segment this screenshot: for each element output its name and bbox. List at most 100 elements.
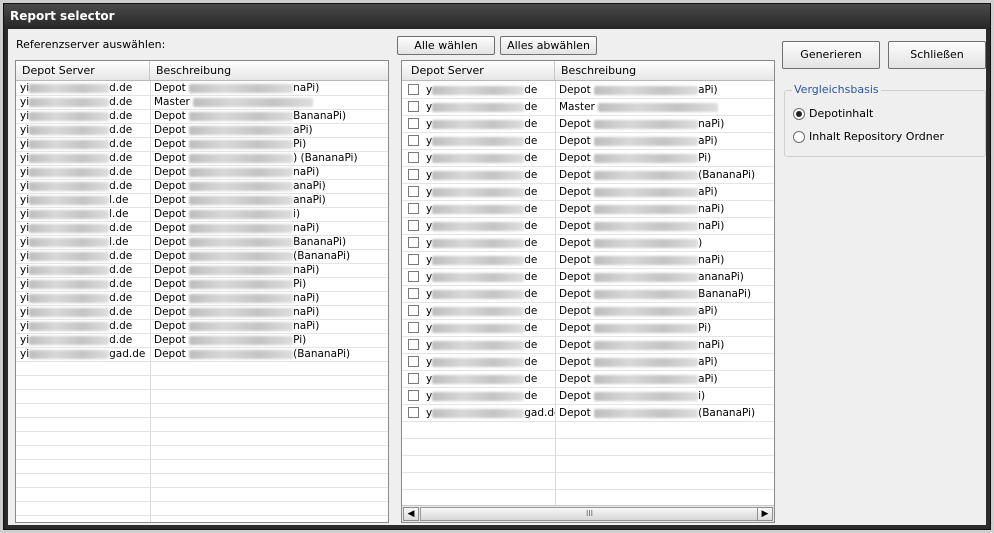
table-row[interactable]: yi l.de Depot i) [16, 208, 388, 222]
cell-beschreibung: Depot naPi) [150, 264, 388, 277]
cell-depot-server: y de [422, 354, 555, 370]
row-checkbox[interactable] [408, 339, 419, 350]
row-checkbox[interactable] [408, 271, 419, 282]
table-row[interactable]: yi d.de Depot naPi) [16, 264, 388, 278]
table-row[interactable]: yi d.de Depot (BananaPi) [16, 250, 388, 264]
table-row[interactable]: y de Depot naPi) [402, 337, 774, 354]
table-row[interactable]: y de Depot Pi) [402, 320, 774, 337]
table-row[interactable]: y de Depot naPi) [402, 252, 774, 269]
table-row[interactable]: yi gad.de Depot (BananaPi) [16, 348, 388, 362]
table-row[interactable]: yi d.de Depot naPi) [16, 82, 388, 96]
scroll-thumb[interactable]: III [420, 507, 759, 521]
radio-label-inhalt-repository-ordner[interactable]: Inhalt Repository Ordner [809, 130, 944, 143]
description-prefix: Depot [559, 390, 591, 402]
table-row[interactable]: y de Depot ananaPi) [402, 269, 774, 286]
server-prefix: yi [20, 306, 30, 318]
server-suffix: d.de [109, 166, 133, 178]
row-checkbox[interactable] [408, 407, 419, 418]
table-row[interactable]: y de Depot aPi) [402, 133, 774, 150]
cell-beschreibung: Depot aPi) [555, 82, 774, 98]
row-checkbox[interactable] [408, 305, 419, 316]
table-row[interactable]: yi d.de Depot naPi) [16, 292, 388, 306]
table-row[interactable]: y de Depot (BananaPi) [402, 167, 774, 184]
table-row[interactable]: y de Depot Pi) [402, 150, 774, 167]
redacted-text [432, 102, 525, 112]
depot-server-checklist[interactable]: Depot Server Beschreibung y de Depot aPi) y… [401, 60, 775, 523]
radio-depotinhalt[interactable] [793, 108, 805, 120]
table-row[interactable]: yi d.de Depot Pi) [16, 334, 388, 348]
row-checkbox[interactable] [408, 322, 419, 333]
row-checkbox[interactable] [408, 169, 419, 180]
row-checkbox[interactable] [408, 373, 419, 384]
table-row[interactable]: y de Depot naPi) [402, 201, 774, 218]
row-checkbox[interactable] [408, 84, 419, 95]
table-row[interactable]: y de Depot aPi) [402, 184, 774, 201]
select-all-button[interactable]: Alle wählen [397, 36, 495, 55]
redacted-text [432, 255, 525, 265]
table-row[interactable]: yi l.de Depot anaPi) [16, 194, 388, 208]
table-row[interactable]: ygad.deDepot (BananaPi) [402, 405, 774, 422]
table-row[interactable]: yi d.de Depot naPi) [16, 320, 388, 334]
table-row[interactable]: yi d.de Depot naPi) [16, 222, 388, 236]
generate-button[interactable]: Generieren [782, 41, 880, 69]
server-suffix: de [524, 220, 538, 232]
close-button[interactable]: Schließen [888, 41, 986, 69]
row-checkbox[interactable] [408, 356, 419, 367]
table-row[interactable]: yi l.de Depot BananaPi) [16, 236, 388, 250]
table-row[interactable]: y de Depot BananaPi) [402, 286, 774, 303]
list-header: Depot Server Beschreibung [402, 61, 774, 81]
table-row[interactable]: y de Depot naPi) [402, 116, 774, 133]
row-checkbox[interactable] [408, 254, 419, 265]
column-header-depot-server[interactable]: Depot Server [16, 61, 150, 80]
table-row[interactable]: y de Depot aPi) [402, 303, 774, 320]
deselect-all-button[interactable]: Alles abwählen [500, 36, 597, 55]
row-checkbox[interactable] [408, 220, 419, 231]
server-prefix: yi [20, 208, 30, 220]
table-row[interactable]: yi d.de Depot naPi) [16, 306, 388, 320]
redacted-text [29, 153, 110, 163]
redacted-text [189, 223, 294, 233]
scroll-right-icon[interactable]: ▶ [757, 507, 773, 521]
cell-depot-server: y de [422, 252, 555, 268]
column-header-depot-server[interactable]: Depot Server [402, 61, 555, 80]
description-prefix: Master [559, 101, 595, 113]
row-checkbox[interactable] [408, 186, 419, 197]
table-row[interactable]: y de Depot aPi) [402, 354, 774, 371]
description-suffix: naPi) [698, 118, 725, 130]
table-row[interactable]: yi d.de Master [16, 96, 388, 110]
table-row[interactable]: yi d.de Depot ) (BananaPi) [16, 152, 388, 166]
table-row[interactable]: y de Depot naPi) [402, 218, 774, 235]
radio-label-depotinhalt[interactable]: Depotinhalt [809, 107, 873, 120]
row-checkbox[interactable] [408, 203, 419, 214]
table-row[interactable]: yi d.de Depot Pi) [16, 138, 388, 152]
column-header-beschreibung[interactable]: Beschreibung [150, 61, 388, 80]
row-checkbox[interactable] [408, 390, 419, 401]
reference-server-list[interactable]: Depot Server Beschreibung yi d.de Depot na… [15, 60, 389, 523]
horizontal-scrollbar[interactable]: ◀ III ▶ [402, 505, 774, 522]
cell-beschreibung: Depot ) [555, 235, 774, 251]
column-header-beschreibung[interactable]: Beschreibung [555, 61, 774, 80]
row-checkbox[interactable] [408, 237, 419, 248]
radio-inhalt-repository-ordner[interactable] [793, 131, 805, 143]
description-suffix: Pi) [293, 138, 307, 150]
table-row[interactable]: yi d.de Depot anaPi) [16, 180, 388, 194]
table-row[interactable]: y de Depot i) [402, 388, 774, 405]
table-row[interactable]: y de Master [402, 99, 774, 116]
scroll-left-icon[interactable]: ◀ [403, 507, 419, 521]
table-row[interactable]: yi d.de Depot aPi) [16, 124, 388, 138]
table-row[interactable]: yi d.de Depot Pi) [16, 278, 388, 292]
empty-row [16, 362, 388, 376]
redacted-text [432, 408, 525, 418]
table-row[interactable]: y de Depot ) [402, 235, 774, 252]
row-checkbox[interactable] [408, 101, 419, 112]
cell-beschreibung: Depot (BananaPi) [555, 405, 774, 421]
row-checkbox[interactable] [408, 118, 419, 129]
row-checkbox[interactable] [408, 288, 419, 299]
table-row[interactable]: y de Depot aPi) [402, 371, 774, 388]
row-checkbox[interactable] [408, 152, 419, 163]
description-prefix: Depot [559, 237, 591, 249]
table-row[interactable]: yi d.de Depot naPi) [16, 166, 388, 180]
row-checkbox[interactable] [408, 135, 419, 146]
table-row[interactable]: yi d.de Depot BananaPi) [16, 110, 388, 124]
table-row[interactable]: y de Depot aPi) [402, 82, 774, 99]
